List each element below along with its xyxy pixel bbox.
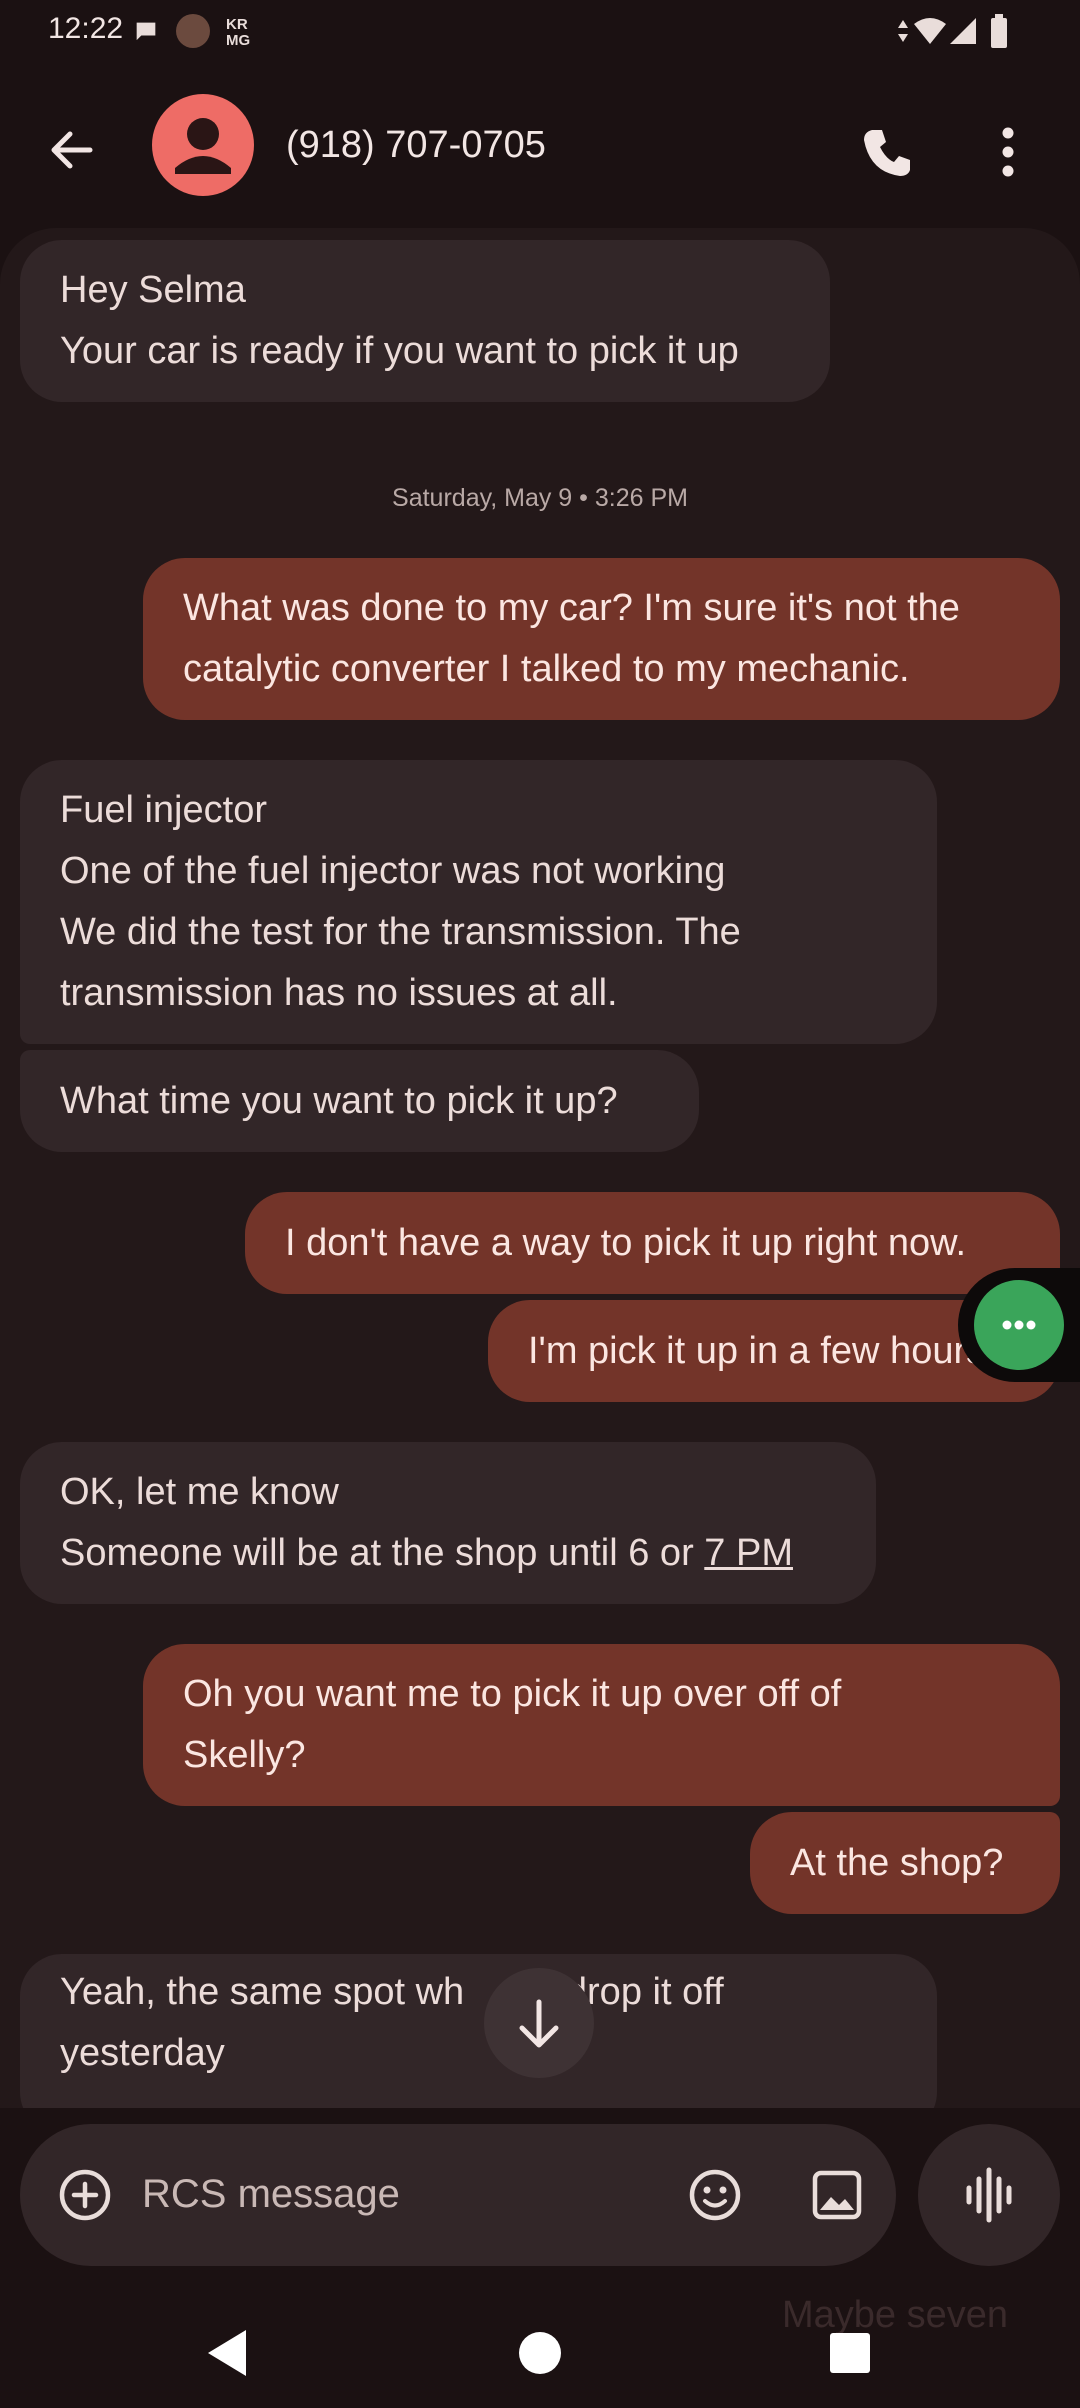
incoming-message[interactable]: What time you want to pick it up?	[20, 1050, 699, 1152]
profile-notification-icon	[176, 14, 210, 48]
message-line: At the shop?	[790, 1841, 1004, 1884]
message-line: We did the test for the transmission. Th…	[60, 911, 741, 953]
message-composer: RCS message	[20, 2124, 896, 2266]
chat-notification-icon	[136, 22, 156, 41]
emoji-icon[interactable]	[680, 2160, 750, 2230]
message-line: Your car is ready if you want to pick it…	[60, 330, 739, 372]
conversation-header: (918) 707-0705	[0, 64, 1080, 228]
message-line: What time you want to pick it up?	[60, 1079, 618, 1122]
nav-back-icon[interactable]	[190, 2318, 270, 2388]
contact-name[interactable]: (918) 707-0705	[286, 124, 546, 167]
incoming-message[interactable]: Fuel injector One of the fuel injector w…	[20, 760, 937, 1044]
quick-actions-button[interactable]	[974, 1280, 1064, 1370]
svg-text:MG: MG	[226, 32, 250, 48]
system-nav-bar	[0, 2298, 1080, 2408]
message-list[interactable]: Hey Selma Your car is ready if you want …	[0, 228, 1080, 2108]
cell-signal-icon	[950, 18, 976, 44]
message-line: catalytic converter I talked to my mecha…	[183, 648, 910, 690]
news-app-notification-icon: KR MG	[226, 16, 250, 48]
svg-text:KR: KR	[226, 16, 248, 33]
time-link[interactable]: 7 PM	[704, 1532, 793, 1574]
message-line: Skelly?	[183, 1734, 306, 1776]
message-text: Yeah, the same spot wh	[60, 1971, 465, 2013]
person-icon	[175, 118, 231, 174]
nav-recents-icon[interactable]	[810, 2318, 890, 2388]
message-line: Yeah, the same spot wh u drop it off	[60, 1962, 897, 2023]
message-line: OK, let me know	[60, 1471, 339, 1513]
arrow-down-icon	[519, 1999, 559, 2048]
timestamp-divider: Saturday, May 9 • 3:26 PM	[392, 484, 688, 512]
message-line: I'm pick it up in a few hours	[528, 1329, 986, 1372]
message-input[interactable]: RCS message	[142, 2172, 400, 2217]
arrow-left-icon[interactable]	[36, 114, 108, 186]
message-line: Oh you want me to pick it up over off of	[183, 1673, 842, 1715]
image-icon[interactable]	[802, 2160, 872, 2230]
status-time: 12:22	[48, 12, 124, 45]
wifi-icon	[914, 18, 946, 44]
outgoing-message[interactable]: What was done to my car? I'm sure it's n…	[143, 558, 1060, 720]
battery-icon	[991, 14, 1007, 48]
quick-actions-pill	[958, 1268, 1080, 1382]
nav-home-icon[interactable]	[500, 2318, 580, 2388]
message-line: Hey Selma	[60, 269, 246, 311]
status-bar: 12:22 KR MG	[0, 0, 1080, 64]
more-vertical-icon[interactable]	[972, 116, 1044, 188]
outgoing-message[interactable]: At the shop?	[750, 1812, 1060, 1914]
message-line: Someone will be at the shop until 6 or 7…	[60, 1523, 836, 1584]
incoming-message[interactable]: Hey Selma Your car is ready if you want …	[20, 240, 830, 402]
phone-icon[interactable]	[850, 116, 922, 188]
voice-message-button[interactable]	[918, 2124, 1060, 2266]
message-line: One of the fuel injector was not working	[60, 850, 726, 892]
message-line: transmission has no issues at all.	[60, 972, 618, 1014]
message-line: What was done to my car? I'm sure it's n…	[183, 587, 960, 629]
scroll-to-bottom-button[interactable]	[484, 1968, 594, 2078]
more-horizontal-icon	[1002, 1320, 1036, 1330]
outgoing-message[interactable]: Oh you want me to pick it up over off of…	[143, 1644, 1060, 1806]
outgoing-message[interactable]: I don't have a way to pick it up right n…	[245, 1192, 1060, 1294]
voice-waveform-icon	[966, 2167, 1012, 2223]
message-line: I don't have a way to pick it up right n…	[285, 1221, 967, 1264]
incoming-message[interactable]: Yeah, the same spot wh u drop it off yest…	[20, 1954, 937, 2108]
message-line: Fuel injector	[60, 789, 267, 831]
incoming-message[interactable]: OK, let me know Someone will be at the s…	[20, 1442, 876, 1604]
data-arrows-icon	[898, 20, 908, 42]
add-circle-icon[interactable]	[50, 2160, 120, 2230]
contact-avatar[interactable]	[152, 94, 254, 196]
message-text: Someone will be at the shop until 6 or	[60, 1532, 705, 1574]
message-line: yesterday	[60, 2032, 225, 2074]
